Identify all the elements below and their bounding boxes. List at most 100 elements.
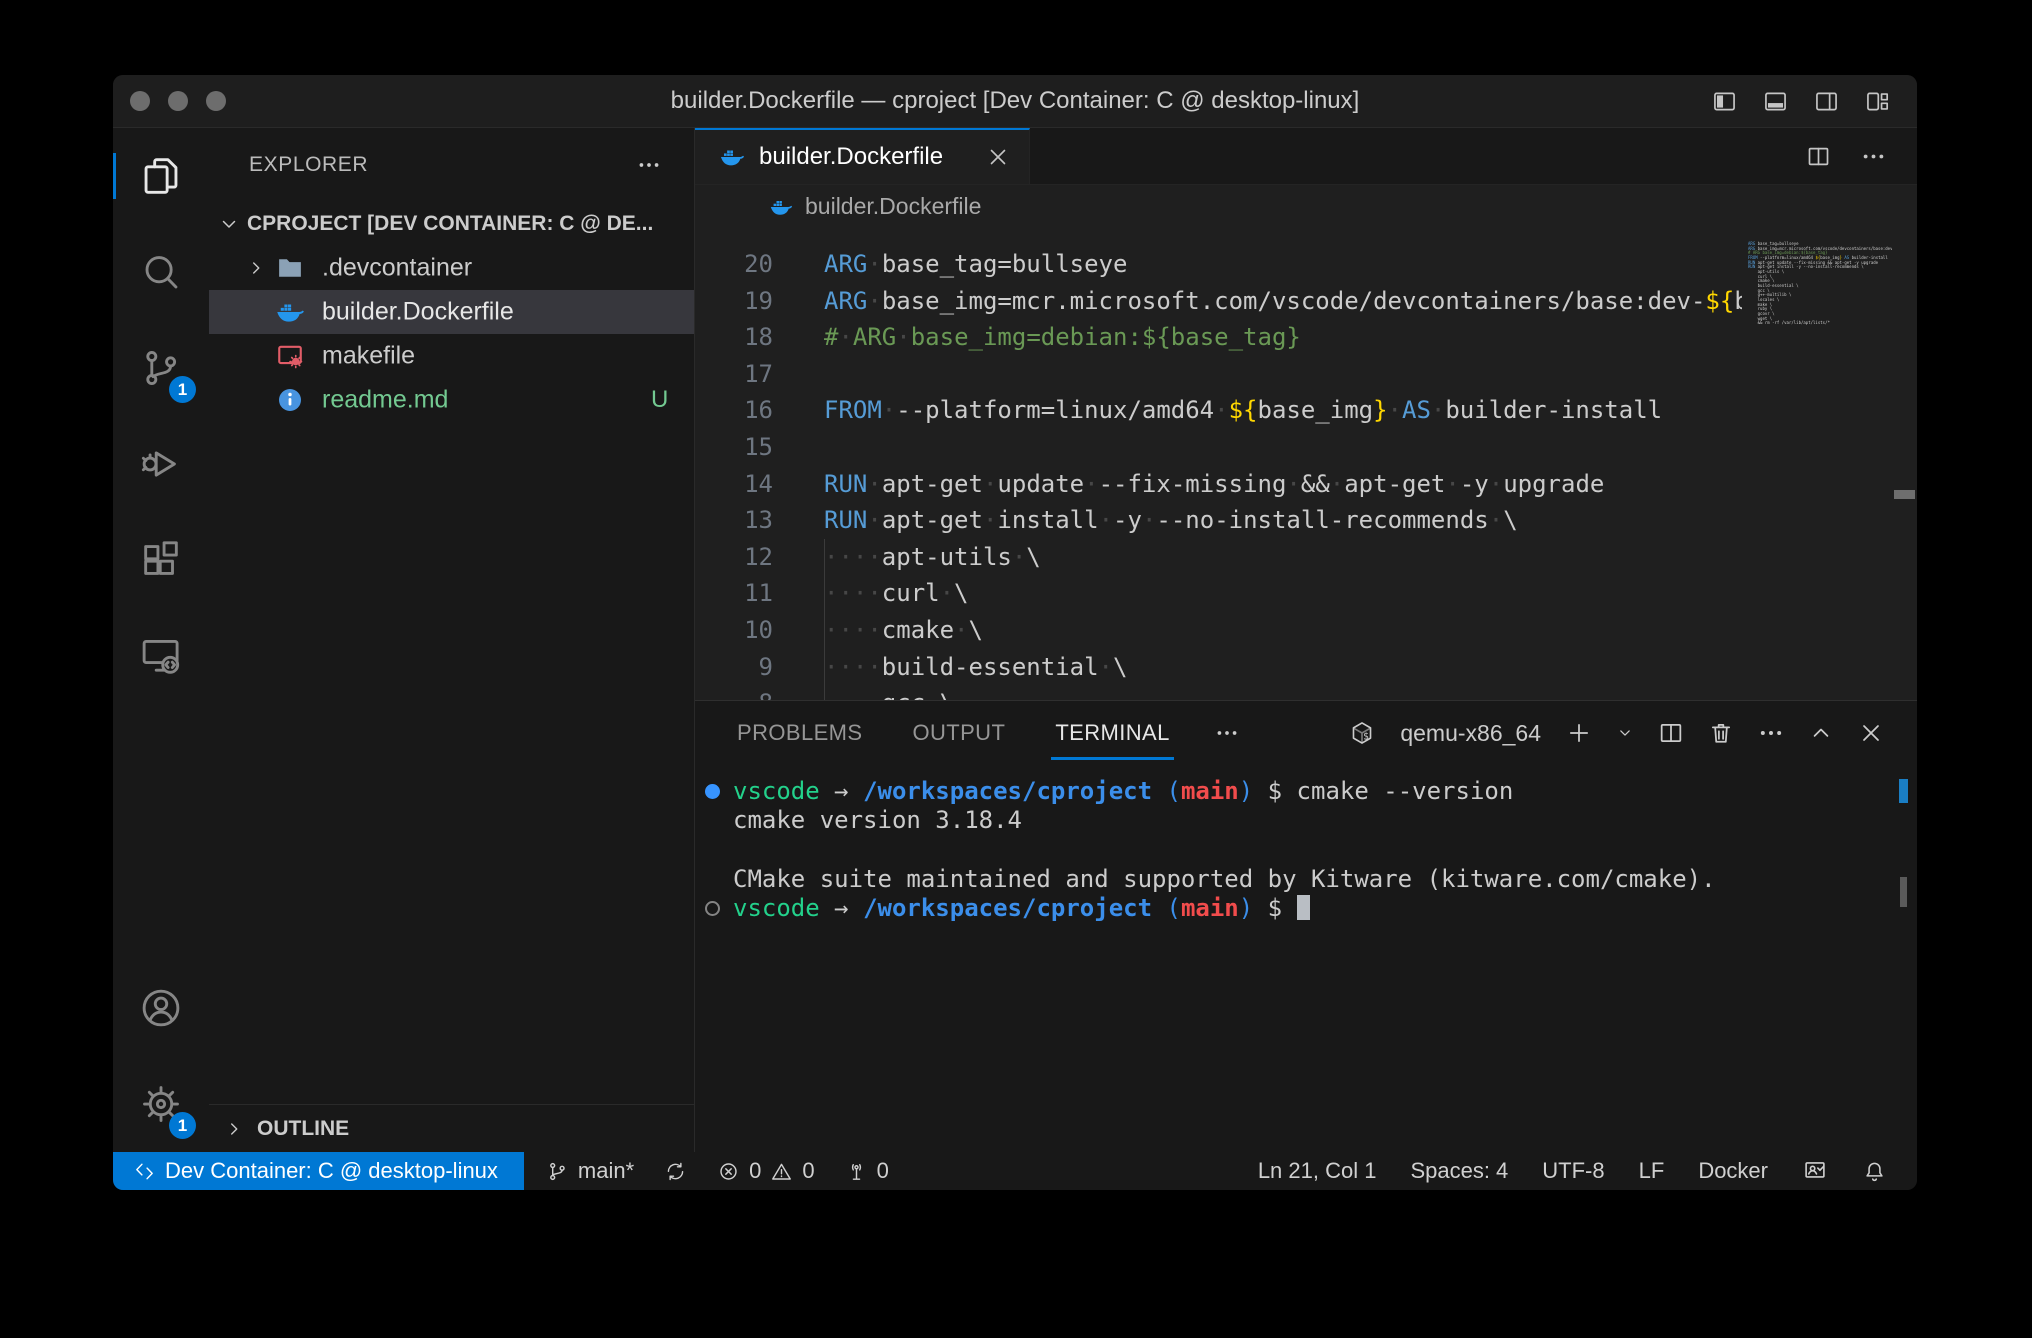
ports-status[interactable]: 0 <box>845 1158 889 1184</box>
activity-item-remote-explorer[interactable] <box>113 608 209 704</box>
line-content: ····cmake·\ <box>824 616 983 644</box>
terminal-cursor <box>1297 895 1310 920</box>
editor-more-actions-icon[interactable] <box>1860 143 1887 170</box>
panel-tab-terminal[interactable]: TERMINAL <box>1053 701 1171 765</box>
encoding-status[interactable]: UTF-8 <box>1542 1158 1604 1184</box>
folder-icon <box>275 253 305 283</box>
code-line: 13RUN·apt-get·install·-y·--no-install-re… <box>695 502 1917 539</box>
file-label: builder.Dockerfile <box>322 298 514 327</box>
line-content: RUN·apt-get·update·--fix-missing·&&·apt-… <box>824 470 1604 498</box>
outline-section-header[interactable]: OUTLINE <box>209 1104 694 1152</box>
explorer-more-actions-icon[interactable] <box>636 152 662 178</box>
line-number: 9 <box>695 649 773 686</box>
code-editor[interactable]: 20ARG·base_tag=bullseye19 ARG·base_img=mc… <box>695 228 1917 700</box>
chevron-right-icon <box>245 257 267 279</box>
panel-more-tabs-icon[interactable] <box>1214 720 1240 746</box>
zoom-window-button[interactable] <box>206 91 226 111</box>
close-window-button[interactable] <box>130 91 150 111</box>
toggle-secondary-sidebar-icon[interactable] <box>1813 88 1840 115</box>
badge: 1 <box>169 1112 196 1139</box>
minimap-line: && rm -rf /var/lib/apt/lists/* <box>1748 321 1892 326</box>
kill-terminal-icon[interactable] <box>1707 719 1735 747</box>
close-tab-icon[interactable] <box>985 144 1011 170</box>
terminal-more-actions-icon[interactable] <box>1757 719 1785 747</box>
branch-status[interactable]: main* <box>546 1158 634 1184</box>
split-editor-icon[interactable] <box>1805 143 1832 170</box>
warning-count: 0 <box>802 1158 814 1184</box>
indent-guide <box>824 612 825 649</box>
breadcrumb[interactable]: builder.Dockerfile <box>695 185 1917 228</box>
activity-item-accounts[interactable] <box>113 960 209 1056</box>
line-number: 15 <box>695 429 773 466</box>
file-item-makefile[interactable]: makefile <box>209 334 694 378</box>
vscode-window: builder.Dockerfile — cproject [Dev Conta… <box>113 75 1917 1190</box>
language-mode[interactable]: Docker <box>1698 1158 1768 1184</box>
tab-builder-dockerfile[interactable]: builder.Dockerfile <box>695 128 1030 184</box>
close-panel-icon[interactable] <box>1857 719 1885 747</box>
line-number: 10 <box>695 612 773 649</box>
remote-indicator[interactable]: Dev Container: C @ desktop-linux <box>113 1152 524 1190</box>
command-decoration-hollow[interactable] <box>705 901 720 916</box>
indent-guide <box>824 575 825 612</box>
terminal-dropdown-icon[interactable] <box>1615 723 1635 743</box>
git-status-badge: U <box>651 386 668 414</box>
remote-explorer-icon <box>138 633 184 679</box>
file-label: .devcontainer <box>322 254 472 283</box>
minimize-window-button[interactable] <box>168 91 188 111</box>
command-decoration-filled[interactable] <box>705 784 720 799</box>
line-content: ····gcc·\ <box>824 689 954 700</box>
outline-label: OUTLINE <box>257 1117 349 1141</box>
indentation-status[interactable]: Spaces: 4 <box>1410 1158 1508 1184</box>
file-item-readme-md[interactable]: readme.mdU <box>209 378 694 422</box>
code-line: 20ARG·base_tag=bullseye <box>695 246 1917 283</box>
minimap[interactable]: ARG base_tag=bullseyeARG base_img=mcr.mi… <box>1742 228 1892 700</box>
extensions-icon <box>138 537 184 583</box>
error-count: 0 <box>749 1158 761 1184</box>
file-item-builder-dockerfile[interactable]: builder.Dockerfile <box>209 290 694 334</box>
code-line: 8····gcc·\ <box>695 685 1917 700</box>
terminal-output[interactable]: vscode → /workspaces/cproject (main) $ c… <box>695 777 1887 1152</box>
feedback-icon[interactable] <box>1802 1158 1828 1184</box>
split-terminal-icon[interactable] <box>1657 719 1685 747</box>
search-icon <box>138 249 184 295</box>
explorer-section-header[interactable]: CPROJECT [DEV CONTAINER: C @ DE... <box>209 202 694 246</box>
toggle-primary-sidebar-icon[interactable] <box>1711 88 1738 115</box>
file-tree: .devcontainer builder.Dockerfile makefiler… <box>209 246 694 422</box>
activity-item-source-control[interactable]: 1 <box>113 320 209 416</box>
activity-item-explorer[interactable] <box>113 128 209 224</box>
run-debug-icon <box>138 441 184 487</box>
file-item--devcontainer[interactable]: .devcontainer <box>209 246 694 290</box>
line-number: 19 <box>695 283 773 320</box>
toggle-panel-icon[interactable] <box>1762 88 1789 115</box>
maximize-panel-icon[interactable] <box>1807 719 1835 747</box>
ports-count: 0 <box>877 1158 889 1184</box>
code-lines: 20ARG·base_tag=bullseye19 ARG·base_img=mc… <box>695 228 1917 700</box>
new-terminal-icon[interactable] <box>1565 719 1593 747</box>
docker-icon <box>275 297 305 327</box>
terminal-scrollbar-thumb[interactable] <box>1900 877 1907 907</box>
activity-item-run-debug[interactable] <box>113 416 209 512</box>
tab-label: builder.Dockerfile <box>759 143 943 171</box>
customize-layout-icon[interactable] <box>1864 88 1891 115</box>
remote-label: Dev Container: C @ desktop-linux <box>165 1158 498 1184</box>
editor-scrollbar[interactable] <box>1892 228 1917 700</box>
line-content: ARG·base_img=mcr.microsoft.com/vscode/de… <box>824 287 1864 315</box>
notifications-bell-icon[interactable] <box>1862 1159 1887 1184</box>
line-number: 17 <box>695 356 773 393</box>
sidebar-explorer: EXPLORER CPROJECT [DEV CONTAINER: C @ DE… <box>209 128 695 1152</box>
activity-item-search[interactable] <box>113 224 209 320</box>
docker-file-icon <box>719 144 745 170</box>
eol-status[interactable]: LF <box>1639 1158 1665 1184</box>
activity-bar-spacer <box>113 704 209 960</box>
terminal-line: vscode → /workspaces/cproject (main) $ c… <box>695 777 1887 806</box>
activity-item-extensions[interactable] <box>113 512 209 608</box>
sync-button[interactable] <box>664 1160 687 1183</box>
terminal-profile-name[interactable]: qemu-x86_64 <box>1400 720 1541 747</box>
panel-tab-problems[interactable]: PROBLEMS <box>735 701 864 765</box>
problems-status[interactable]: 0 0 <box>717 1158 815 1184</box>
cursor-position[interactable]: Ln 21, Col 1 <box>1258 1158 1377 1184</box>
indent-guide <box>824 539 825 576</box>
line-number: 20 <box>695 246 773 283</box>
activity-item-manage[interactable]: 1 <box>113 1056 209 1152</box>
panel-tab-output[interactable]: OUTPUT <box>910 701 1007 765</box>
